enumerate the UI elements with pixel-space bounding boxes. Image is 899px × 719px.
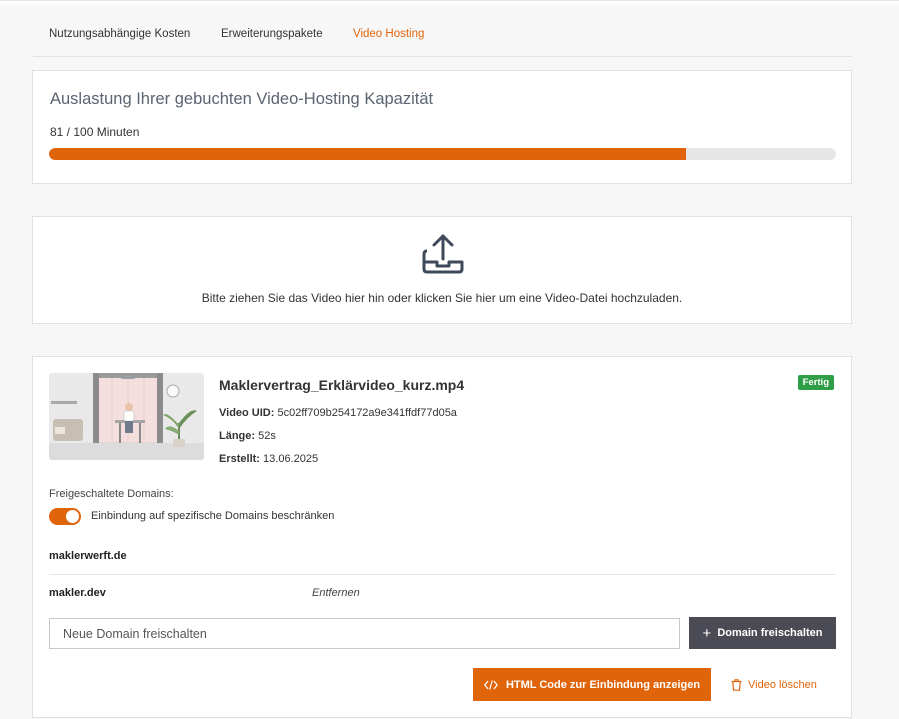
video-length-label: Länge:	[219, 430, 256, 442]
show-embed-code-button[interactable]: HTML Code zur Einbindung anzeigen	[473, 668, 711, 701]
video-uid: Video UID: 5c02ff709b254172a9e341ffdf77d…	[219, 407, 457, 419]
add-domain-button[interactable]: + Domain freischalten	[689, 617, 836, 649]
domain-restriction-label: Einbindung auf spezifische Domains besch…	[91, 510, 335, 522]
video-uid-label: Video UID:	[219, 407, 275, 419]
domain-restriction-toggle[interactable]	[49, 508, 81, 525]
upload-dropzone[interactable]: Bitte ziehen Sie das Video hier hin oder…	[32, 216, 852, 324]
domain-divider	[49, 574, 836, 575]
toggle-knob	[65, 509, 80, 524]
video-length-value: 52s	[258, 430, 276, 442]
domain-item: makler.dev	[49, 587, 106, 599]
video-uid-value: 5c02ff709b254172a9e341ffdf77d05a	[277, 407, 457, 419]
show-embed-code-label: HTML Code zur Einbindung anzeigen	[505, 678, 701, 691]
trash-icon	[731, 678, 742, 691]
tab-erweiterungspakete[interactable]: Erweiterungspakete	[221, 28, 323, 40]
code-icon	[483, 679, 498, 690]
capacity-progress-fill	[49, 148, 687, 160]
tab-nutzungsabhaengige-kosten[interactable]: Nutzungsabhängige Kosten	[49, 28, 190, 40]
tab-video-hosting[interactable]: Video Hosting	[353, 28, 424, 40]
remove-domain-link[interactable]: Entfernen	[312, 587, 360, 599]
domain-item: maklerwerft.de	[49, 550, 127, 562]
add-domain-label: Domain freischalten	[717, 627, 823, 639]
status-badge: Fertig	[797, 375, 834, 390]
delete-video-button[interactable]: Video löschen	[731, 668, 817, 701]
video-created-label: Erstellt:	[219, 453, 260, 465]
delete-video-label: Video löschen	[748, 678, 817, 691]
video-card: Maklervertrag_Erklärvideo_kurz.mp4 Ferti…	[32, 356, 852, 718]
plus-icon: +	[702, 624, 712, 642]
capacity-title: Auslastung Ihrer gebuchten Video-Hosting…	[50, 90, 434, 108]
video-created: Erstellt: 13.06.2025	[219, 453, 318, 465]
video-filename: Maklervertrag_Erklärvideo_kurz.mp4	[219, 377, 465, 393]
capacity-usage-text: 81 / 100 Minuten	[50, 125, 140, 139]
capacity-card: Auslastung Ihrer gebuchten Video-Hosting…	[32, 70, 852, 184]
top-edge	[0, 0, 899, 4]
domains-label: Freigeschaltete Domains:	[49, 488, 174, 500]
tab-bar: Nutzungsabhängige Kosten Erweiterungspak…	[33, 20, 852, 57]
capacity-progress-bar	[49, 148, 836, 160]
video-length: Länge: 52s	[219, 430, 276, 442]
video-thumbnail[interactable]	[49, 373, 204, 460]
upload-icon	[422, 234, 464, 274]
video-thumbnail-illustration	[49, 373, 204, 460]
new-domain-input[interactable]	[49, 618, 680, 649]
upload-instruction: Bitte ziehen Sie das Video hier hin oder…	[201, 291, 683, 305]
video-created-value: 13.06.2025	[263, 453, 319, 465]
